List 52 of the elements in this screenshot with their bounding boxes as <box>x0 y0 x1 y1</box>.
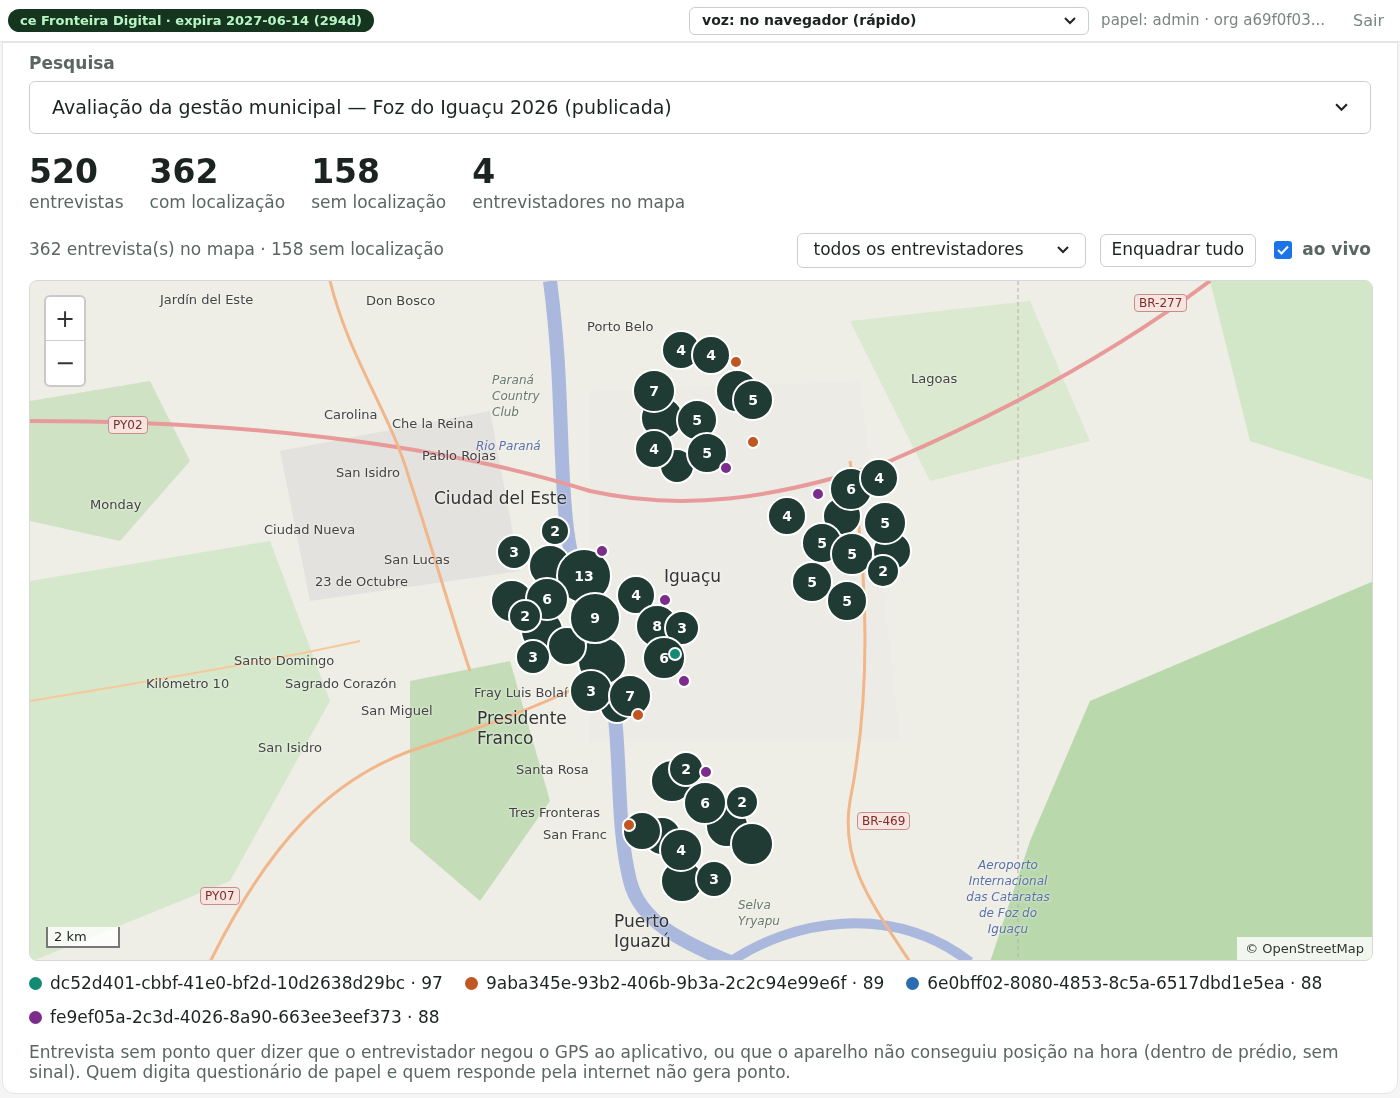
map-label: Santo Domingo <box>234 653 335 669</box>
road-shield: BR-469 <box>857 812 911 830</box>
legend-label: 6e0bff02-8080-4853-8c5a-6517dbd1e5ea · 88 <box>927 972 1323 995</box>
map-label: San Franc <box>543 827 607 843</box>
summary-text: 362 entrevista(s) no mapa · 158 sem localização <box>29 238 445 262</box>
map-label: Tres Fronteras <box>509 805 600 821</box>
map-label: Ciudad Nueva <box>264 522 356 538</box>
map-label: San Isidro <box>258 740 323 756</box>
stat-label: com localização <box>149 191 286 214</box>
stat-value: 362 <box>149 154 220 190</box>
map-label: Lagoas <box>911 371 958 387</box>
attribution-text: © OpenStreetMap <box>1237 936 1372 960</box>
map-label: Fray Luis Bolaí <box>474 685 568 701</box>
map-label: Don Bosco <box>366 293 436 309</box>
map-label: Puerto Iguazú <box>614 911 672 951</box>
stat-label: sem localização <box>311 191 447 214</box>
map-label: Paraná Country Club <box>492 372 541 420</box>
legend-label: 9aba345e-93b2-406b-9b3a-2c2c94e99e6f · 89 <box>485 972 885 995</box>
map-label: Presidente Franco <box>477 708 568 748</box>
map-label: San Miguel <box>361 703 433 719</box>
map-label: Sagrado Corazón <box>285 676 397 692</box>
map-label: San Lucas <box>384 552 450 568</box>
stat-label: entrevistadores no mapa <box>472 191 686 214</box>
legend-label: dc52d401-cbbf-41e0-bf2d-10d2638d29bc · 97 <box>50 972 443 995</box>
map-label: Carolina <box>324 407 378 423</box>
map-label: Iguaçu <box>664 566 722 586</box>
map-label: Santa Rosa <box>516 762 589 778</box>
note-text: Entrevista sem ponto quer dizer que o entrevistador negou o GPS ao aplicativo, ou que o aparelho não conseguiu posição na hora (dentro de prédio, sem sinal). Quem digita questionário de papel e quem responde pela internet não gera ponto. <box>29 1042 1340 1082</box>
map-label: Selva Yryapu <box>738 897 781 929</box>
road-shield: BR-277 <box>1134 294 1188 312</box>
map-label: Kilómetro 10 <box>146 676 230 692</box>
map-label: Ciudad del Este <box>434 488 567 508</box>
license-badge: ce Fronteira Digital · expira 2027-06-14 (294d) <box>8 8 374 33</box>
role-text: papel: admin · org a69f0f03... <box>1101 10 1325 32</box>
field-label: Pesquisa <box>29 53 116 73</box>
map-label: Che la Reina <box>392 416 474 432</box>
live-label: ao vivo <box>1302 238 1371 262</box>
stat-label: entrevistas <box>29 191 124 214</box>
map-label: Jardín del Este <box>160 292 254 308</box>
road-shield: PY07 <box>200 887 240 905</box>
scale-bar: 2 km <box>46 926 120 948</box>
stat-value: 520 <box>29 154 99 190</box>
stat-value: 4 <box>472 154 497 190</box>
map-label: Aeroporto Internacional das Cataratas de Foz do Iguaçu <box>965 857 1051 937</box>
road-shield: PY02 <box>108 416 148 434</box>
stat-value: 158 <box>311 154 381 190</box>
map-label: San Isidro <box>336 465 401 481</box>
map-label: Porto Belo <box>587 319 654 335</box>
map-label: Rio Paraná <box>476 438 541 453</box>
legend-label: fe9ef05a-2c3d-4026-8a90-663ee3eef373 · 88 <box>50 1005 440 1029</box>
map-label: Monday <box>90 497 142 513</box>
map-label: 23 de Octubre <box>315 574 409 590</box>
